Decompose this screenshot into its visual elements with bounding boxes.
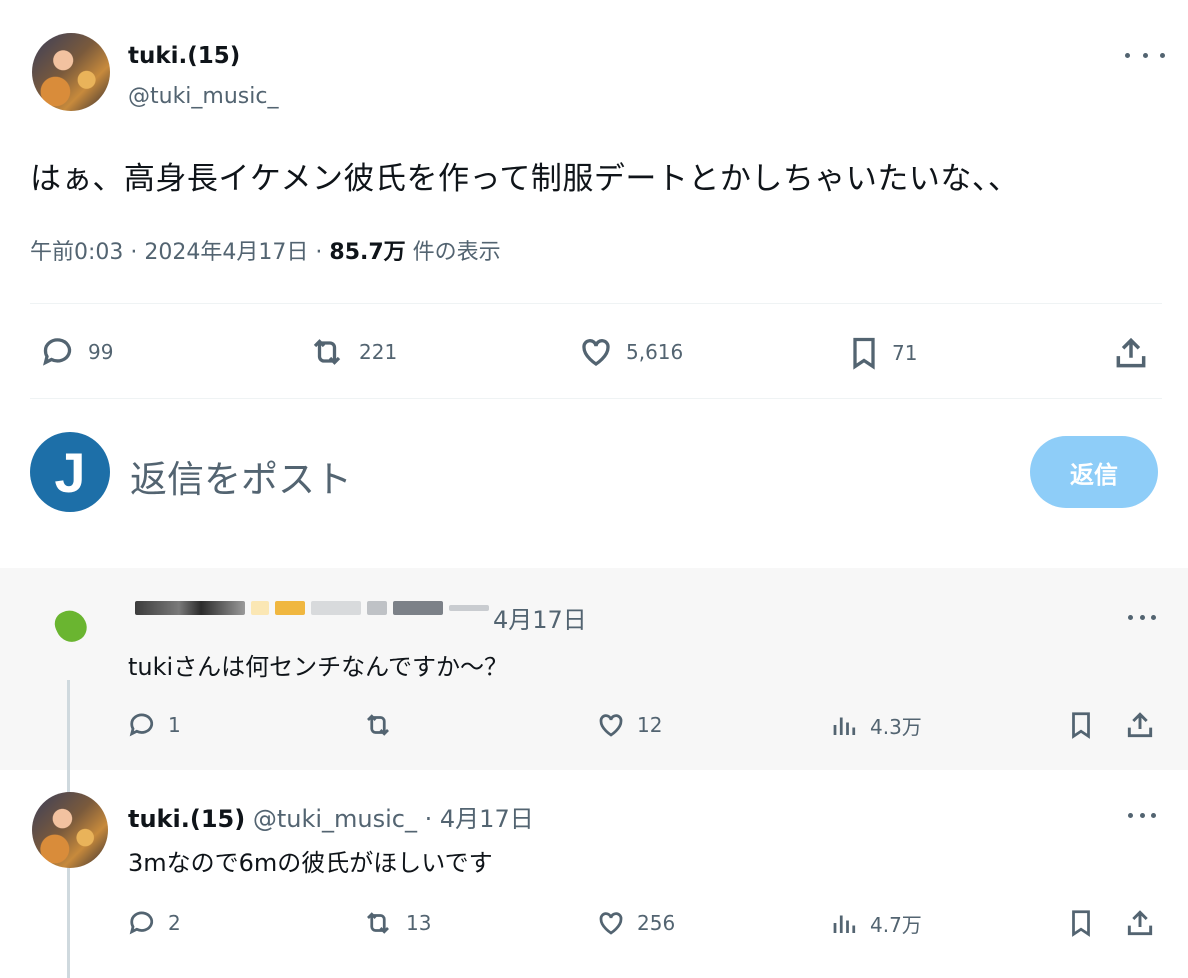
reply-icon <box>129 911 154 935</box>
like-action[interactable]: 256 <box>595 908 675 938</box>
tweet-date[interactable]: 2024年4月17日 <box>144 240 308 265</box>
reply-action[interactable]: 1 <box>128 710 181 740</box>
share-icon <box>1127 910 1153 936</box>
tweet-text: はぁ、高身長イケメン彼氏を作って制服デートとかしちゃいたいな、、 <box>30 161 1020 197</box>
like-action[interactable]: 12 <box>595 710 662 740</box>
share-icon <box>1116 337 1146 368</box>
divider <box>30 303 1162 304</box>
heart-icon <box>599 714 623 737</box>
like-count: 5,616 <box>626 340 684 364</box>
bookmark-icon <box>853 337 875 370</box>
bookmark-action[interactable] <box>1066 906 1096 940</box>
reply-author-handle[interactable]: @tuki_music_ <box>253 805 417 833</box>
reply-author-line: tuki.(15) @tuki_music_ · 4月17日 <box>128 805 534 833</box>
repost-icon <box>367 912 389 934</box>
reply-avatar[interactable] <box>40 596 100 656</box>
more-options-icon[interactable] <box>1128 610 1156 624</box>
tweet-time[interactable]: 午前0:03 <box>30 240 123 265</box>
bookmark-action[interactable]: 71 <box>846 334 917 372</box>
heart-icon <box>582 339 610 366</box>
reply-date[interactable]: 4月17日 <box>440 805 534 833</box>
more-options-icon[interactable] <box>1128 808 1156 822</box>
author-name[interactable]: tuki.(15) <box>128 43 240 69</box>
author-avatar[interactable] <box>32 33 110 111</box>
censored-username <box>135 601 489 615</box>
leaf-icon <box>50 605 92 647</box>
reply-count: 99 <box>88 340 114 364</box>
repost-action[interactable]: 13 <box>360 908 431 938</box>
views-count: 4.7万 <box>870 912 922 937</box>
repost-icon <box>313 339 341 365</box>
share-action[interactable] <box>1124 708 1156 742</box>
avatar-letter: J <box>54 440 86 504</box>
repost-count: 221 <box>359 340 398 364</box>
bookmark-action[interactable] <box>1066 708 1096 742</box>
analytics-icon <box>833 915 856 933</box>
more-options-icon[interactable] <box>1125 48 1165 62</box>
reply-count: 2 <box>168 911 181 935</box>
reply-count: 1 <box>168 713 181 737</box>
repost-icon <box>367 714 389 736</box>
reply-date[interactable]: 4月17日 <box>493 600 587 635</box>
repost-action[interactable]: 221 <box>305 334 397 370</box>
user-avatar[interactable]: J <box>30 432 110 512</box>
divider <box>30 398 1162 399</box>
reply-text: tukiさんは何センチなんですか～？ <box>128 653 508 681</box>
share-action[interactable] <box>1124 906 1156 940</box>
tweet-meta: 午前0:03 · 2024年4月17日 · 85.7万 件の表示 <box>30 240 501 265</box>
like-count: 256 <box>637 911 676 935</box>
reply-action[interactable]: 2 <box>128 908 181 938</box>
heart-icon <box>599 912 623 935</box>
bookmark-count: 71 <box>892 341 918 365</box>
like-action[interactable]: 5,616 <box>576 334 683 370</box>
view-count: 85.7万 <box>329 240 406 265</box>
view-label: 件の表示 <box>412 240 501 265</box>
views-action[interactable]: 4.3万 <box>830 710 922 740</box>
reply-author-avatar[interactable] <box>32 792 108 868</box>
reply-icon <box>43 338 72 366</box>
reply-action[interactable]: 99 <box>40 334 113 370</box>
reply-author-name[interactable]: tuki.(15) <box>128 805 245 833</box>
repost-count: 13 <box>406 911 432 935</box>
repost-action[interactable] <box>360 710 406 740</box>
views-action[interactable]: 4.7万 <box>830 908 922 938</box>
bookmark-icon <box>1072 910 1090 937</box>
bookmark-icon <box>1072 712 1090 739</box>
author-handle[interactable]: @tuki_music_ <box>128 84 278 109</box>
share-action[interactable] <box>1112 334 1150 372</box>
reply-input[interactable]: 返信をポスト <box>130 449 352 503</box>
share-icon <box>1127 712 1153 738</box>
reply-button[interactable]: 返信 <box>1030 436 1158 508</box>
views-count: 4.3万 <box>870 714 922 739</box>
analytics-icon <box>833 717 856 735</box>
reply-text: 3mなので6mの彼氏がほしいです <box>128 849 493 877</box>
reply-icon <box>129 713 154 737</box>
like-count: 12 <box>637 713 663 737</box>
